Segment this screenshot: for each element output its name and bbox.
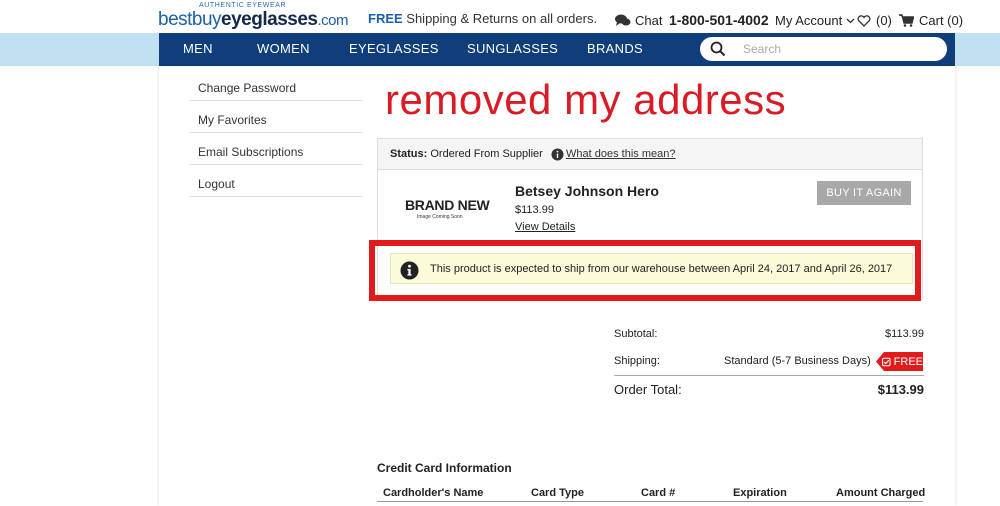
annotation-text: removed my address bbox=[385, 76, 787, 123]
nav-eyeglasses[interactable]: EYEGLASSES bbox=[349, 41, 439, 56]
ship-estimate-notice: This product is expected to ship from ou… bbox=[390, 253, 913, 284]
chat-bubbles-icon bbox=[615, 14, 631, 26]
sidebar-item-email-subscriptions[interactable]: Email Subscriptions bbox=[190, 133, 362, 165]
cart-label: Cart (0) bbox=[919, 13, 964, 28]
order-status-bar: Status: Ordered From Supplier What does … bbox=[377, 138, 923, 170]
logo-part-com: .com bbox=[317, 12, 348, 29]
logo-tagline: AUTHENTIC EYEWEAR bbox=[199, 2, 287, 9]
promo-text: Shipping & Returns on all orders. bbox=[402, 11, 598, 26]
image-coming-soon: Image Coming Soon bbox=[417, 214, 463, 220]
site-logo[interactable]: bestbuyeyeglasses.com bbox=[158, 9, 348, 31]
order-total-value: $113.99 bbox=[877, 382, 924, 397]
chat-label: Chat bbox=[635, 13, 663, 28]
logo-part-eyeglasses: eyeglasses bbox=[221, 9, 318, 30]
search-icon[interactable] bbox=[710, 41, 726, 57]
info-icon bbox=[400, 261, 419, 280]
chevron-down-icon bbox=[846, 18, 855, 23]
product-name: Betsey Johnson Hero bbox=[515, 183, 659, 199]
heart-icon bbox=[857, 14, 871, 27]
search-box[interactable]: Search bbox=[700, 37, 947, 61]
table-header-divider bbox=[377, 501, 923, 502]
column-card-type: Card Type bbox=[531, 487, 584, 499]
column-cardholder-name: Cardholder's Name bbox=[383, 487, 484, 499]
column-amount-charged: Amount Charged bbox=[836, 487, 926, 499]
chat-link[interactable]: Chat bbox=[615, 13, 662, 28]
shipping-promo: FREE Shipping & Returns on all orders. bbox=[368, 11, 597, 26]
cart-link[interactable]: Cart (0) bbox=[899, 13, 963, 28]
ship-estimate-text: This product is expected to ship from ou… bbox=[430, 263, 893, 275]
product-price: $113.99 bbox=[515, 204, 554, 216]
sidebar-item-favorites[interactable]: My Favorites bbox=[190, 101, 362, 133]
credit-card-title: Credit Card Information bbox=[377, 461, 512, 475]
search-input[interactable]: Search bbox=[743, 42, 781, 56]
info-icon[interactable] bbox=[551, 148, 564, 161]
subtotal-value: $113.99 bbox=[885, 328, 924, 340]
phone-number[interactable]: 1-800-501-4002 bbox=[669, 12, 769, 28]
logo-part-bestbuy: bestbuy bbox=[158, 9, 222, 30]
column-expiration: Expiration bbox=[733, 487, 787, 499]
account-label: My Account bbox=[775, 13, 843, 28]
order-status: Status: Ordered From Supplier bbox=[390, 148, 543, 160]
free-badge-label: FREE bbox=[893, 355, 923, 368]
summary-divider bbox=[614, 375, 924, 376]
free-shipping-badge: FREE bbox=[876, 352, 923, 371]
column-card-number: Card # bbox=[641, 487, 676, 499]
top-bar: AUTHENTIC EYEWEAR bestbuyeyeglasses.com … bbox=[0, 0, 1000, 33]
nav-women[interactable]: WOMEN bbox=[257, 41, 310, 56]
shipping-method: Standard (5-7 Business Days) bbox=[724, 355, 871, 367]
checkbox-icon bbox=[882, 357, 891, 366]
status-help-link[interactable]: What does this mean? bbox=[566, 148, 675, 160]
my-account-menu[interactable]: My Account bbox=[775, 13, 855, 28]
view-details-link[interactable]: View Details bbox=[515, 221, 575, 233]
nav-sunglasses[interactable]: SUNGLASSES bbox=[467, 41, 558, 56]
status-value: Ordered From Supplier bbox=[430, 148, 543, 160]
shipping-label: Shipping: bbox=[614, 355, 660, 367]
favorites-count: (0) bbox=[876, 13, 892, 28]
buy-again-button[interactable]: BUY IT AGAIN bbox=[817, 181, 911, 205]
order-total-label: Order Total: bbox=[614, 382, 682, 397]
favorites-link[interactable]: (0) bbox=[857, 13, 892, 28]
cart-icon bbox=[899, 14, 914, 27]
product-image-placeholder: BRAND NEW bbox=[405, 197, 490, 213]
promo-free: FREE bbox=[368, 11, 403, 26]
subtotal-label: Subtotal: bbox=[614, 328, 658, 340]
status-label: Status: bbox=[390, 148, 428, 160]
nav-men[interactable]: MEN bbox=[183, 41, 213, 56]
sidebar-item-change-password[interactable]: Change Password bbox=[190, 69, 362, 101]
nav-brands[interactable]: BRANDS bbox=[587, 41, 643, 56]
sidebar-item-logout[interactable]: Logout bbox=[190, 165, 362, 197]
